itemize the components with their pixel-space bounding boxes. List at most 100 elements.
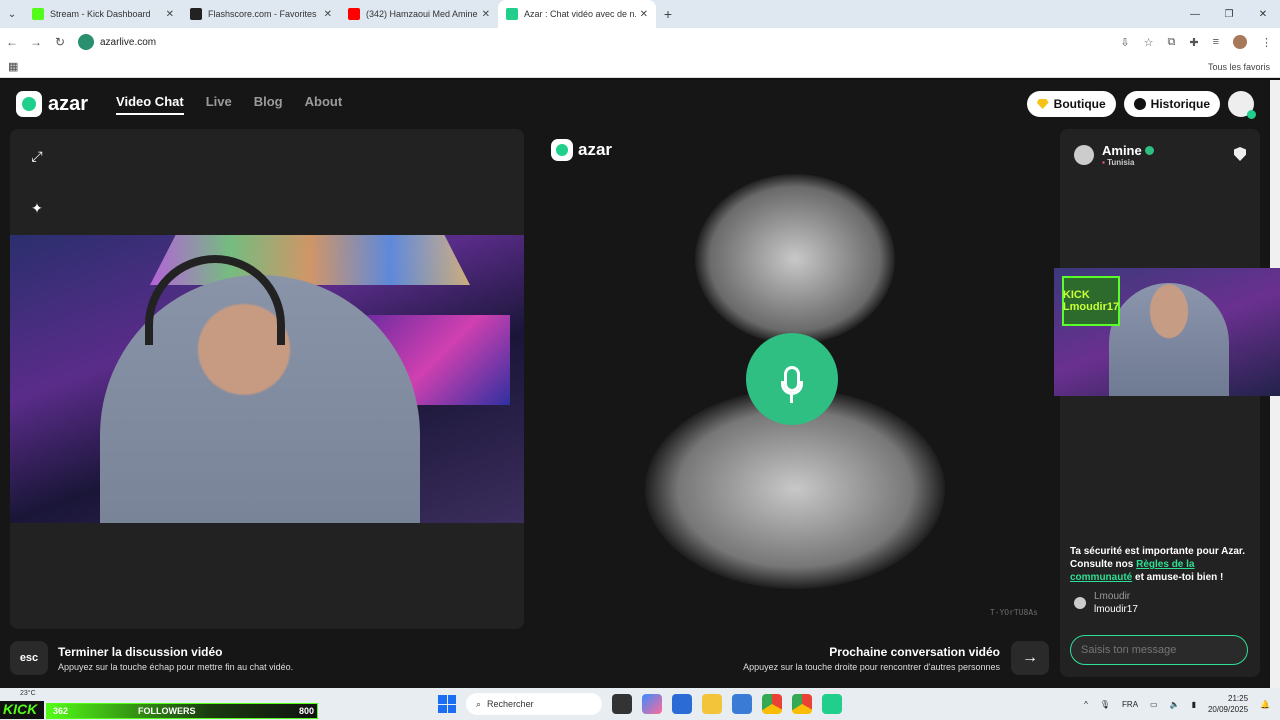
system-clock[interactable]: 21:25 20/09/2025 [1208, 693, 1248, 715]
tray-chevron-icon[interactable]: ^ [1084, 700, 1088, 709]
nav-about[interactable]: About [305, 94, 343, 115]
network-icon[interactable]: ▭ [1150, 700, 1158, 709]
blurred-avatar-head [695, 174, 895, 344]
report-shield-icon[interactable] [1234, 147, 1246, 161]
site-info-icon[interactable] [78, 34, 94, 50]
azar-logo[interactable]: azar [16, 91, 88, 117]
taskbar-search[interactable]: ⌕ Rechercher [466, 693, 602, 715]
end-chat-button[interactable]: esc [10, 641, 48, 675]
language-indicator[interactable]: FRA [1122, 700, 1138, 709]
watermark-text: azar [578, 140, 613, 159]
volume-icon[interactable]: 🔈 [1170, 700, 1180, 709]
partner-info: Amine ▪ Tunisia [1074, 143, 1154, 167]
search-label: Rechercher [487, 699, 534, 709]
windows-taskbar: 23°C KICK 362 FOLLOWERS 800 ⌕ Rechercher… [0, 688, 1280, 720]
tab-title: Stream - Kick Dashboard [50, 9, 151, 19]
maximize-icon[interactable]: ❐ [1212, 9, 1246, 20]
task-view-icon[interactable] [612, 694, 632, 714]
forward-icon[interactable]: → [24, 35, 48, 49]
close-tab-icon[interactable]: ✕ [640, 9, 648, 20]
tab-title: Azar : Chat vidéo avec de n... [524, 9, 636, 19]
chrome-icon[interactable] [762, 694, 782, 714]
site-header: azar Video Chat Live Blog About Boutique… [0, 80, 1270, 128]
message-input[interactable] [1070, 635, 1248, 665]
close-tab-icon[interactable]: ✕ [482, 9, 490, 20]
app-green-icon[interactable] [822, 694, 842, 714]
next-chat-button[interactable]: → [1011, 641, 1049, 675]
kick-followers-widget: KICK 362 FOLLOWERS 800 [0, 689, 318, 719]
next-chat-title: Prochaine conversation vidéo [829, 645, 1000, 659]
followers-goal: 800 [298, 706, 314, 716]
followers-label: FOLLOWERS [138, 706, 196, 716]
flashscore-favicon-icon [190, 8, 202, 20]
back-icon[interactable]: ← [0, 35, 24, 49]
all-bookmarks-folder[interactable]: Tous les favoris [1208, 62, 1270, 72]
install-app-icon[interactable]: ⇩ [1120, 36, 1129, 49]
tab-flashscore[interactable]: Flashscore.com - Favorites ✕ [182, 0, 340, 28]
apps-grid-icon[interactable]: ▦ [8, 60, 18, 73]
mic-tray-icon[interactable]: 🎙 [1100, 700, 1110, 709]
partner-country: ▪ Tunisia [1102, 158, 1135, 167]
partner-avatar[interactable] [1074, 145, 1094, 165]
url-field[interactable]: azarlive.com [78, 32, 1138, 52]
my-camera-panel: ⤢ ✦ ☺ [10, 129, 524, 629]
chat-panel: Amine ▪ Tunisia Ta sécurité est importan… [1060, 129, 1260, 677]
reload-icon[interactable]: ↻ [48, 35, 72, 49]
expand-icon[interactable]: ⤢ [26, 145, 48, 167]
battery-icon[interactable]: ▮ [1192, 700, 1196, 709]
browser-tab-bar: ⌄ Stream - Kick Dashboard ✕ Flashscore.c… [0, 0, 1280, 28]
file-explorer-icon[interactable] [702, 694, 722, 714]
partner-name: Amine [1102, 143, 1154, 158]
notepad-icon[interactable] [732, 694, 752, 714]
close-tab-icon[interactable]: ✕ [166, 9, 174, 20]
azar-favicon-icon [506, 8, 518, 20]
tab-search-button[interactable]: ⌄ [0, 0, 24, 28]
extension-icon[interactable]: ⧉ [1168, 36, 1176, 49]
safety-notice: Ta sécurité est importante pour Azar. Co… [1070, 546, 1246, 583]
azar-logo-icon [551, 139, 573, 161]
puzzle-icon[interactable]: ✚ [1189, 36, 1198, 49]
main-nav: Video Chat Live Blog About [116, 94, 342, 115]
clock-time: 21:25 [1228, 694, 1249, 703]
sparkle-effects-icon[interactable]: ✦ [26, 197, 48, 219]
close-window-icon[interactable]: ✕ [1246, 9, 1280, 20]
microphone-button[interactable] [746, 333, 838, 425]
bookmark-star-icon[interactable]: ☆ [1144, 36, 1154, 49]
tab-azar[interactable]: Azar : Chat vidéo avec de n... ✕ [498, 0, 656, 28]
user-code: T-YOrTU8As [989, 608, 1038, 617]
profile-avatar[interactable] [1233, 35, 1247, 49]
message-avatar [1074, 597, 1086, 609]
end-chat-hint: Terminer la discussion vidéo Appuyez sur… [58, 645, 293, 672]
end-chat-subtitle: Appuyez sur la touche échap pour mettre … [58, 662, 294, 672]
chrome-profile-icon[interactable] [792, 694, 812, 714]
minimize-icon[interactable]: — [1178, 9, 1212, 20]
nav-blog[interactable]: Blog [254, 94, 283, 115]
history-label: Historique [1150, 97, 1210, 111]
store-icon[interactable] [672, 694, 692, 714]
reading-list-icon[interactable]: ≡ [1213, 36, 1219, 48]
message-text: lmoudir17 [1094, 604, 1138, 615]
clock-icon [1133, 98, 1146, 110]
tab-title: (342) Hamzaoui Med Amine Fi... [366, 9, 478, 19]
mic-stand [781, 381, 803, 395]
new-tab-button[interactable]: + [656, 6, 680, 22]
mic-foot [790, 395, 793, 403]
verified-icon [1144, 146, 1154, 155]
arrow-right-icon: → [1022, 649, 1038, 666]
notifications-icon[interactable]: 🔔 [1260, 700, 1270, 709]
windows-start-icon[interactable] [438, 695, 456, 713]
nav-video-chat[interactable]: Video Chat [116, 94, 184, 115]
close-tab-icon[interactable]: ✕ [324, 9, 332, 20]
kebab-menu-icon[interactable]: ⋮ [1261, 36, 1272, 49]
copilot-icon[interactable] [642, 694, 662, 714]
shop-button[interactable]: Boutique [1026, 91, 1116, 117]
kick-brand: KICK [0, 701, 44, 719]
history-button[interactable]: Historique [1123, 91, 1220, 117]
next-chat-hint: Prochaine conversation vidéo Appuyez sur… [743, 645, 1000, 672]
nav-live[interactable]: Live [206, 94, 232, 115]
stream-overlay-webcam: KICK Lmoudir17 [1054, 268, 1280, 396]
user-avatar[interactable] [1228, 91, 1256, 119]
tab-kick[interactable]: Stream - Kick Dashboard ✕ [24, 0, 182, 28]
tab-title: Flashscore.com - Favorites [208, 9, 317, 19]
tab-youtube[interactable]: (342) Hamzaoui Med Amine Fi... ✕ [340, 0, 498, 28]
